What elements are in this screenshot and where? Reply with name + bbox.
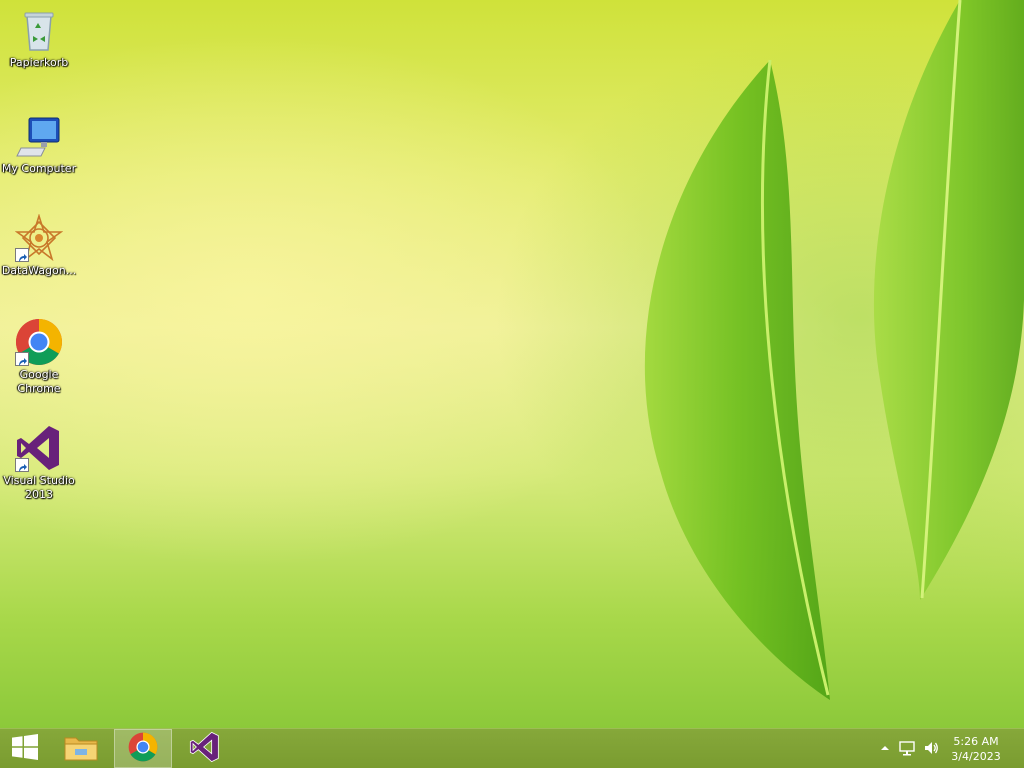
taskbar-visual-studio-button[interactable]	[176, 729, 234, 768]
recycle-bin-icon	[15, 6, 63, 54]
taskbar: 5:26 AM 3/4/2023	[0, 728, 1024, 768]
desktop-icon-visual-studio[interactable]: Visual Studio 2013	[0, 424, 78, 502]
desktop-icon-label: My Computer	[1, 162, 77, 175]
desktop-icon-label: Visual Studio 2013	[3, 474, 75, 501]
clock[interactable]: 5:26 AM 3/4/2023	[946, 734, 1006, 764]
volume-icon[interactable]	[922, 739, 940, 757]
shortcut-arrow-icon	[15, 248, 29, 262]
file-explorer-icon	[64, 732, 98, 766]
show-hidden-icons-chevron-icon[interactable]	[876, 739, 894, 757]
shortcut-arrow-icon	[15, 352, 29, 366]
taskbar-file-explorer-button[interactable]	[52, 729, 110, 768]
desktop-icon-label: Google Chrome	[17, 368, 61, 395]
visual-studio-icon	[15, 424, 63, 472]
datawagon-icon	[14, 213, 64, 262]
network-icon[interactable]	[898, 739, 916, 757]
desktop-icon-my-computer[interactable]: My Computer	[0, 112, 78, 176]
desktop-icon-datawagon[interactable]: DataWagon...	[0, 213, 78, 278]
shortcut-arrow-icon	[15, 458, 29, 472]
desktop[interactable]: Papierkorb My Computer DataWagon... Goog…	[0, 0, 1024, 728]
system-tray: 5:26 AM 3/4/2023	[864, 729, 1024, 768]
start-button[interactable]	[0, 729, 50, 768]
chrome-icon	[15, 318, 63, 366]
desktop-icon-google-chrome[interactable]: Google Chrome	[0, 318, 78, 396]
windows-logo-icon	[12, 733, 38, 764]
visual-studio-icon	[189, 731, 221, 767]
wallpaper-leaf-right	[850, 0, 1024, 610]
wallpaper-leaf-left	[600, 40, 860, 720]
clock-time: 5:26 AM	[953, 735, 999, 748]
taskbar-chrome-button[interactable]	[114, 729, 172, 768]
chrome-icon	[128, 732, 158, 766]
desktop-icon-recycle-bin[interactable]: Papierkorb	[0, 6, 78, 70]
clock-date: 3/4/2023	[951, 750, 1001, 763]
computer-icon	[15, 112, 63, 160]
desktop-icon-label: DataWagon...	[1, 264, 77, 277]
desktop-icon-label: Papierkorb	[9, 56, 69, 69]
